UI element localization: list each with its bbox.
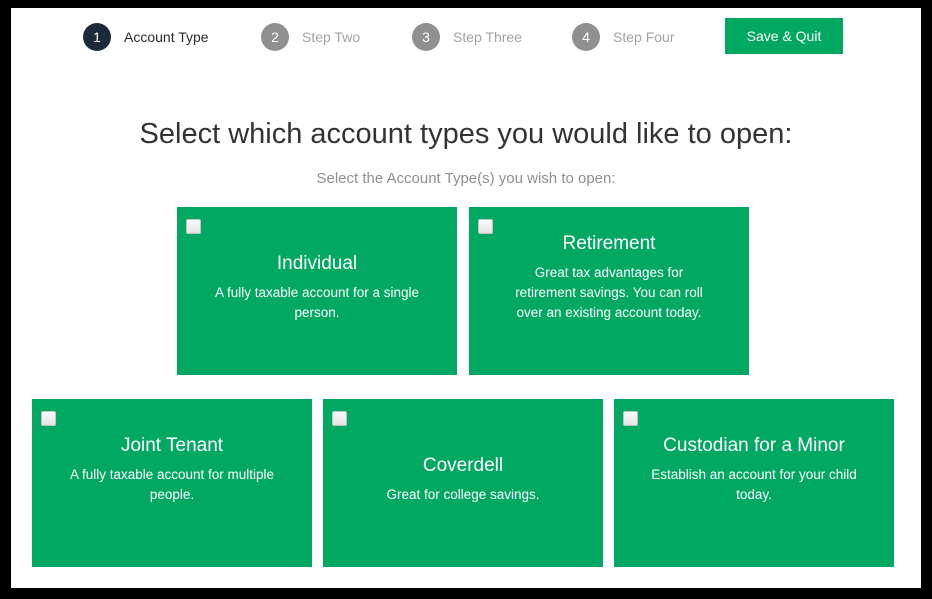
card-description: Great tax advantages for retirement savi…: [515, 264, 703, 320]
account-card-individual[interactable]: Individual A fully taxable account for a…: [177, 207, 457, 375]
step-label: Step Three: [453, 29, 523, 45]
step-label: Account Type: [124, 29, 209, 45]
card-description: A fully taxable account for multiple peo…: [69, 466, 275, 502]
account-card-coverdell[interactable]: Coverdell Great for college savings.: [323, 399, 603, 567]
card-content: Retirement Great tax advantages for reti…: [469, 207, 749, 375]
account-card-joint-tenant[interactable]: Joint Tenant A fully taxable account for…: [32, 399, 312, 567]
card-title: Individual: [276, 252, 358, 274]
account-card-custodian-minor[interactable]: Custodian for a Minor Establish an accou…: [614, 399, 894, 567]
step-2[interactable]: 2 Step Two: [261, 23, 360, 51]
card-title: Joint Tenant: [120, 434, 224, 456]
app-window: 1 Account Type 2 Step Two 3 Step Three 4…: [11, 8, 921, 588]
card-content: Custodian for a Minor Establish an accou…: [614, 399, 894, 567]
save-and-quit-button[interactable]: Save & Quit: [725, 18, 843, 54]
step-number-badge: 2: [261, 23, 289, 51]
card-content: Coverdell Great for college savings.: [323, 399, 603, 567]
step-number-badge: 1: [83, 23, 111, 51]
step-1-account-type[interactable]: 1 Account Type: [83, 23, 209, 51]
card-description: A fully taxable account for a single per…: [214, 284, 420, 320]
card-title: Coverdell: [422, 454, 504, 476]
step-4[interactable]: 4 Step Four: [572, 23, 674, 51]
step-label: Step Two: [302, 29, 361, 45]
card-description: Great for college savings.: [386, 486, 540, 502]
step-number-badge: 4: [572, 23, 600, 51]
card-content: Joint Tenant A fully taxable account for…: [32, 399, 312, 567]
page-subtitle: Select the Account Type(s) you wish to o…: [316, 170, 616, 187]
step-3[interactable]: 3 Step Three: [412, 23, 522, 51]
card-title: Retirement: [562, 232, 656, 254]
step-number-badge: 3: [412, 23, 440, 51]
card-title: Custodian for a Minor: [663, 434, 845, 456]
card-content: Individual A fully taxable account for a…: [177, 207, 457, 375]
card-description: Establish an account for your child toda…: [651, 466, 857, 502]
account-card-retirement[interactable]: Retirement Great tax advantages for reti…: [469, 207, 749, 375]
page-title: Select which account types you would lik…: [139, 118, 793, 150]
step-label: Step Four: [613, 29, 675, 45]
